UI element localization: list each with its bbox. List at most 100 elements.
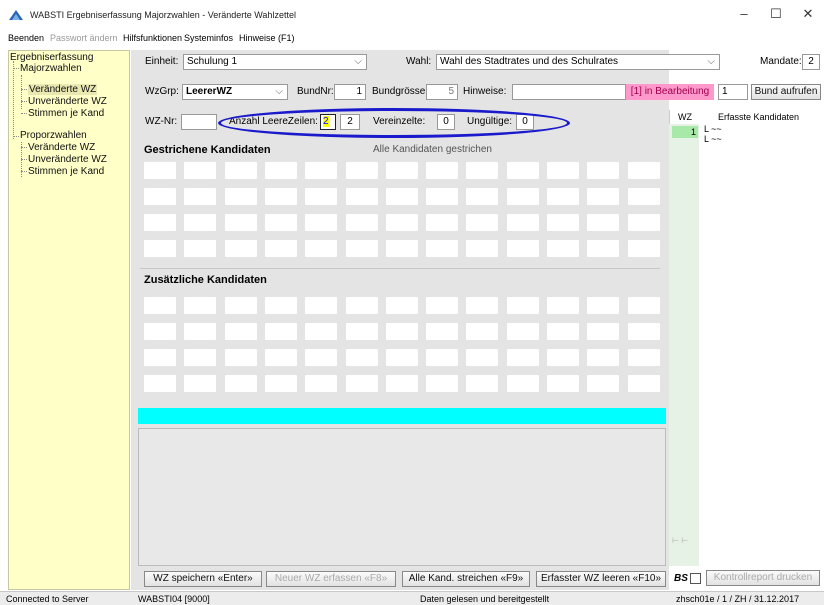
candidate-cell[interactable]: [385, 214, 418, 231]
einheit-select[interactable]: Schulung 1 ⌵: [183, 54, 367, 70]
candidate-cell[interactable]: [264, 188, 297, 205]
candidate-cell[interactable]: [144, 188, 176, 205]
candidate-cell[interactable]: [385, 349, 418, 366]
candidate-cell[interactable]: [345, 349, 378, 366]
candidate-cell[interactable]: [385, 297, 418, 314]
candidate-cell[interactable]: [466, 162, 499, 179]
candidate-cell[interactable]: [627, 323, 660, 340]
candidate-cell[interactable]: [426, 162, 459, 179]
menu-hinweise[interactable]: Hinweise (F1): [239, 33, 295, 43]
alle-kand-streichen-button[interactable]: Alle Kand. streichen «F9»: [402, 571, 530, 587]
candidate-cell[interactable]: [144, 349, 176, 366]
candidate-cell[interactable]: [506, 323, 539, 340]
tree-proporz-veraenderte-wz[interactable]: Veränderte WZ: [28, 142, 95, 153]
candidate-cell[interactable]: [385, 162, 418, 179]
candidate-cell[interactable]: [506, 375, 539, 392]
maximize-icon[interactable]: ☐: [764, 4, 788, 24]
candidate-cell[interactable]: [506, 214, 539, 231]
candidate-cell[interactable]: [345, 214, 378, 231]
candidate-cell[interactable]: [305, 297, 338, 314]
candidate-cell[interactable]: [184, 214, 217, 231]
candidate-cell[interactable]: [144, 323, 176, 340]
candidate-cell[interactable]: [345, 323, 378, 340]
menu-passwort[interactable]: Passwort ändern: [50, 33, 118, 43]
candidate-cell[interactable]: [587, 214, 620, 231]
candidate-cell[interactable]: [385, 375, 418, 392]
candidate-cell[interactable]: [184, 297, 217, 314]
candidate-cell[interactable]: [224, 214, 257, 231]
candidate-cell[interactable]: [506, 240, 539, 257]
candidate-cell[interactable]: [345, 162, 378, 179]
candidate-cell[interactable]: [506, 297, 539, 314]
menu-beenden[interactable]: Beenden: [8, 33, 44, 43]
candidate-cell[interactable]: [144, 162, 176, 179]
candidate-cell[interactable]: [426, 349, 459, 366]
wz-leeren-button[interactable]: Erfasster WZ leeren «F10»: [536, 571, 666, 587]
candidate-cell[interactable]: [627, 375, 660, 392]
candidate-cell[interactable]: [385, 188, 418, 205]
candidate-cell[interactable]: [184, 240, 217, 257]
tree-proporzwahlen[interactable]: Proporzwahlen: [20, 130, 87, 141]
candidate-cell[interactable]: [224, 375, 257, 392]
candidate-cell[interactable]: [385, 240, 418, 257]
candidate-cell[interactable]: [224, 323, 257, 340]
candidate-cell[interactable]: [184, 375, 217, 392]
candidate-cell[interactable]: [426, 375, 459, 392]
menu-systeminfos[interactable]: Systeminfos: [184, 33, 233, 43]
candidate-cell[interactable]: [264, 349, 297, 366]
candidate-cell[interactable]: [466, 375, 499, 392]
candidate-cell[interactable]: [426, 297, 459, 314]
candidate-cell[interactable]: [224, 349, 257, 366]
candidate-cell[interactable]: [506, 188, 539, 205]
candidate-cell[interactable]: [627, 349, 660, 366]
candidate-cell[interactable]: [345, 375, 378, 392]
candidate-cell[interactable]: [184, 188, 217, 205]
hinweise-field[interactable]: [512, 84, 626, 100]
candidate-cell[interactable]: [345, 297, 378, 314]
mandate-field[interactable]: 2: [802, 54, 820, 70]
candidate-cell[interactable]: [305, 240, 338, 257]
candidate-cell[interactable]: [627, 162, 660, 179]
bs-checkbox[interactable]: [690, 573, 701, 584]
candidate-cell[interactable]: [466, 349, 499, 366]
candidate-cell[interactable]: [587, 297, 620, 314]
candidate-cell[interactable]: [587, 240, 620, 257]
wz-row-number[interactable]: 1: [672, 126, 698, 138]
candidate-cell[interactable]: [426, 214, 459, 231]
candidate-cell[interactable]: [305, 323, 338, 340]
candidate-cell[interactable]: [547, 214, 579, 231]
candidate-cell[interactable]: [144, 214, 176, 231]
kontrollreport-button[interactable]: Kontrollreport drucken: [706, 570, 820, 586]
candidate-cell[interactable]: [305, 349, 338, 366]
candidate-cell[interactable]: [426, 240, 459, 257]
candidate-cell[interactable]: [305, 188, 338, 205]
wzgrp-select[interactable]: LeererWZ ⌵: [182, 84, 288, 100]
candidate-cell[interactable]: [264, 375, 297, 392]
candidate-cell[interactable]: [144, 375, 176, 392]
candidate-cell[interactable]: [506, 349, 539, 366]
candidate-cell[interactable]: [426, 188, 459, 205]
candidate-cell[interactable]: [627, 214, 660, 231]
candidate-cell[interactable]: [547, 375, 579, 392]
candidate-cell[interactable]: [305, 375, 338, 392]
wz-speichern-button[interactable]: WZ speichern «Enter»: [144, 571, 262, 587]
candidate-cell[interactable]: [547, 349, 579, 366]
candidate-cell[interactable]: [466, 214, 499, 231]
candidate-cell[interactable]: [224, 240, 257, 257]
candidate-cell[interactable]: [426, 323, 459, 340]
candidate-cell[interactable]: [184, 323, 217, 340]
candidate-cell[interactable]: [224, 188, 257, 205]
close-icon[interactable]: ✕: [796, 4, 820, 24]
candidate-cell[interactable]: [466, 240, 499, 257]
minimize-icon[interactable]: –: [732, 4, 756, 24]
candidate-cell[interactable]: [305, 214, 338, 231]
menu-hilfsfunktionen[interactable]: Hilfsfunktionen: [123, 33, 182, 43]
candidate-cell[interactable]: [587, 349, 620, 366]
candidate-cell[interactable]: [224, 162, 257, 179]
neuer-wz-button[interactable]: Neuer WZ erfassen «F8»: [266, 571, 396, 587]
candidate-cell[interactable]: [547, 240, 579, 257]
candidate-cell[interactable]: [345, 240, 378, 257]
candidate-cell[interactable]: [547, 323, 579, 340]
candidate-cell[interactable]: [547, 162, 579, 179]
bund-aufrufen-button[interactable]: Bund aufrufen: [751, 84, 821, 100]
